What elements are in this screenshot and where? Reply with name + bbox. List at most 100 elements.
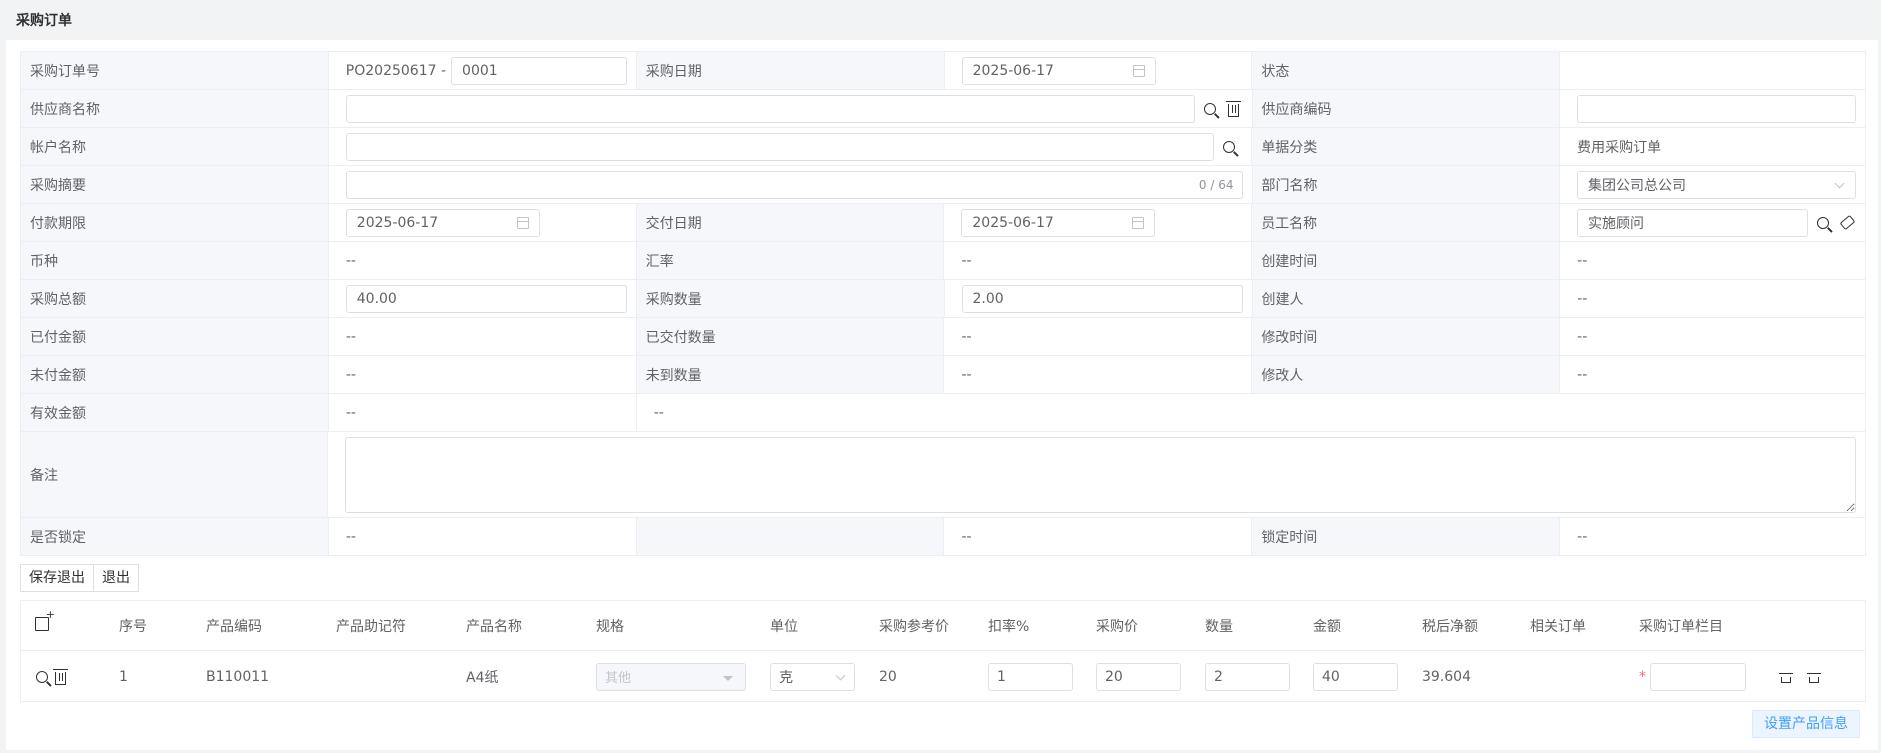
save-exit-button[interactable]: 保存退出 bbox=[20, 564, 94, 592]
total-amount-label: 采购总额 bbox=[21, 280, 329, 318]
form-row: 未付金额 -- 未到数量 -- 修改人 -- bbox=[21, 356, 1866, 394]
form-row: 已付金额 -- 已交付数量 -- 修改时间 -- bbox=[21, 318, 1866, 356]
modifier-label: 修改人 bbox=[1252, 356, 1561, 394]
cell-unit: 克 bbox=[770, 662, 879, 691]
col-qty: 数量 bbox=[1205, 618, 1233, 635]
order-date-picker[interactable]: 2025-06-17 bbox=[961, 56, 1156, 85]
quantity-input[interactable]: 2.00 bbox=[961, 284, 1243, 313]
table-row: 1 B110011 A4纸 其他 克 20 1 20 2 40 39.604 * bbox=[21, 651, 1865, 702]
search-icon[interactable] bbox=[1220, 138, 1238, 156]
cell-price: 20 bbox=[1096, 662, 1205, 691]
order-date-cell: 2025-06-17 bbox=[944, 52, 1253, 90]
cell-column: * bbox=[1639, 662, 1769, 691]
dept-cell: 集团公司总公司 bbox=[1560, 166, 1866, 204]
amount-input[interactable]: 40 bbox=[1313, 662, 1398, 691]
column-input[interactable] bbox=[1650, 662, 1746, 691]
insert-below-icon[interactable] bbox=[1807, 670, 1821, 684]
order-no-input[interactable]: 0001 bbox=[451, 56, 627, 85]
form-row: 供应商名称 供应商编码 bbox=[21, 90, 1866, 128]
add-row-cell bbox=[21, 608, 119, 635]
order-no-prefix: PO20250617 - bbox=[345, 62, 447, 79]
creator-value: -- bbox=[1560, 280, 1866, 318]
set-product-info-button[interactable]: 设置产品信息 bbox=[1752, 710, 1860, 738]
form-row: 是否锁定 -- -- 锁定时间 -- bbox=[21, 518, 1866, 556]
quantity-cell: 2.00 bbox=[944, 280, 1253, 318]
col-mnemonic: 产品助记符 bbox=[336, 618, 406, 635]
doc-category-label: 单据分类 bbox=[1252, 128, 1561, 166]
col-discount: 扣率% bbox=[988, 618, 1030, 635]
remark-textarea[interactable] bbox=[345, 436, 1856, 513]
delivery-date-cell: 2025-06-17 bbox=[944, 204, 1253, 242]
action-buttons: 保存退出 退出 bbox=[20, 564, 139, 592]
trash-icon[interactable] bbox=[1225, 100, 1243, 118]
empty-label bbox=[636, 518, 945, 556]
employee-cell: 实施顾问 bbox=[1559, 204, 1866, 242]
paid-amount-label: 已付金额 bbox=[21, 318, 329, 356]
search-icon[interactable] bbox=[1201, 100, 1219, 118]
creator-label: 创建人 bbox=[1252, 280, 1561, 318]
doc-category-value: 费用采购订单 bbox=[1560, 128, 1866, 166]
cell-qty: 2 bbox=[1205, 662, 1313, 691]
pay-term-value: 2025-06-17 bbox=[356, 214, 439, 231]
caret-down-icon bbox=[723, 675, 733, 681]
unit-select[interactable]: 克 bbox=[770, 662, 855, 691]
trash-icon[interactable] bbox=[51, 668, 69, 686]
order-no-cell: PO20250617 - 0001 bbox=[328, 52, 637, 90]
summary-counter: 0 / 64 bbox=[1198, 177, 1234, 192]
product-table: 序号 产品编码 产品助记符 产品名称 规格 单位 采购参考价 扣率% 采购价 数… bbox=[20, 600, 1866, 702]
delivery-date-value: 2025-06-17 bbox=[972, 214, 1054, 231]
summary-input[interactable]: 0 / 64 bbox=[345, 170, 1243, 199]
price-input[interactable]: 20 bbox=[1096, 662, 1181, 691]
remark-cell bbox=[328, 432, 1866, 518]
insert-above-icon[interactable] bbox=[1779, 670, 1793, 684]
col-price: 采购价 bbox=[1096, 618, 1138, 635]
pay-term-picker[interactable]: 2025-06-17 bbox=[345, 208, 540, 237]
col-column: 采购订单栏目 bbox=[1639, 618, 1723, 635]
modifier-value: -- bbox=[1560, 356, 1866, 394]
dept-select[interactable]: 集团公司总公司 bbox=[1577, 170, 1856, 199]
pay-term-cell: 2025-06-17 bbox=[328, 204, 637, 242]
order-form: 采购订单号 PO20250617 - 0001 采购日期 2025-06-17 … bbox=[20, 51, 1867, 556]
created-time-value: -- bbox=[1560, 242, 1866, 280]
eraser-icon[interactable] bbox=[1838, 214, 1856, 232]
total-amount-input[interactable]: 40.00 bbox=[345, 284, 627, 313]
order-no-label: 采购订单号 bbox=[21, 52, 329, 90]
exit-button[interactable]: 退出 bbox=[93, 564, 139, 592]
calendar-icon bbox=[1132, 216, 1145, 229]
page-title: 采购订单 bbox=[16, 13, 72, 29]
qty-input[interactable]: 2 bbox=[1205, 662, 1290, 691]
spec-select[interactable]: 其他 bbox=[596, 662, 746, 691]
status-label: 状态 bbox=[1252, 52, 1561, 90]
total-amount-cell: 40.00 bbox=[328, 280, 637, 318]
col-net: 税后净额 bbox=[1422, 618, 1478, 635]
supplier-name-label: 供应商名称 bbox=[21, 90, 329, 128]
supplier-name-input[interactable] bbox=[345, 94, 1195, 123]
search-icon[interactable] bbox=[33, 668, 51, 686]
account-name-input[interactable] bbox=[345, 132, 1214, 161]
account-name-cell bbox=[328, 128, 1253, 166]
locked-label: 是否锁定 bbox=[21, 518, 329, 556]
summary-label: 采购摘要 bbox=[21, 166, 329, 204]
delivery-date-picker[interactable]: 2025-06-17 bbox=[961, 208, 1156, 237]
form-row: 帐户名称 单据分类 费用采购订单 bbox=[21, 128, 1866, 166]
employee-label: 员工名称 bbox=[1252, 204, 1560, 242]
supplier-code-input[interactable] bbox=[1577, 94, 1856, 123]
required-mark: * bbox=[1639, 668, 1646, 685]
employee-input[interactable]: 实施顾问 bbox=[1576, 208, 1809, 237]
col-amount: 金额 bbox=[1313, 618, 1341, 635]
valid-amount-extra: -- bbox=[636, 394, 1867, 432]
col-spec: 规格 bbox=[596, 618, 624, 635]
delivery-date-label: 交付日期 bbox=[636, 204, 945, 242]
discount-input[interactable]: 1 bbox=[988, 662, 1073, 691]
form-row: 采购订单号 PO20250617 - 0001 采购日期 2025-06-17 … bbox=[21, 52, 1866, 90]
delivered-qty-label: 已交付数量 bbox=[636, 318, 945, 356]
rate-label: 汇率 bbox=[636, 242, 945, 280]
form-row: 付款期限 2025-06-17 交付日期 2025-06-17 员工名称 实施顾… bbox=[21, 204, 1866, 242]
add-row-icon[interactable] bbox=[35, 608, 55, 631]
row-tools bbox=[1769, 670, 1849, 684]
search-icon[interactable] bbox=[1814, 214, 1832, 232]
supplier-code-cell bbox=[1560, 90, 1866, 128]
dept-label: 部门名称 bbox=[1252, 166, 1560, 204]
cell-net: 39.604 bbox=[1422, 668, 1471, 685]
form-row: 备注 bbox=[21, 432, 1866, 518]
